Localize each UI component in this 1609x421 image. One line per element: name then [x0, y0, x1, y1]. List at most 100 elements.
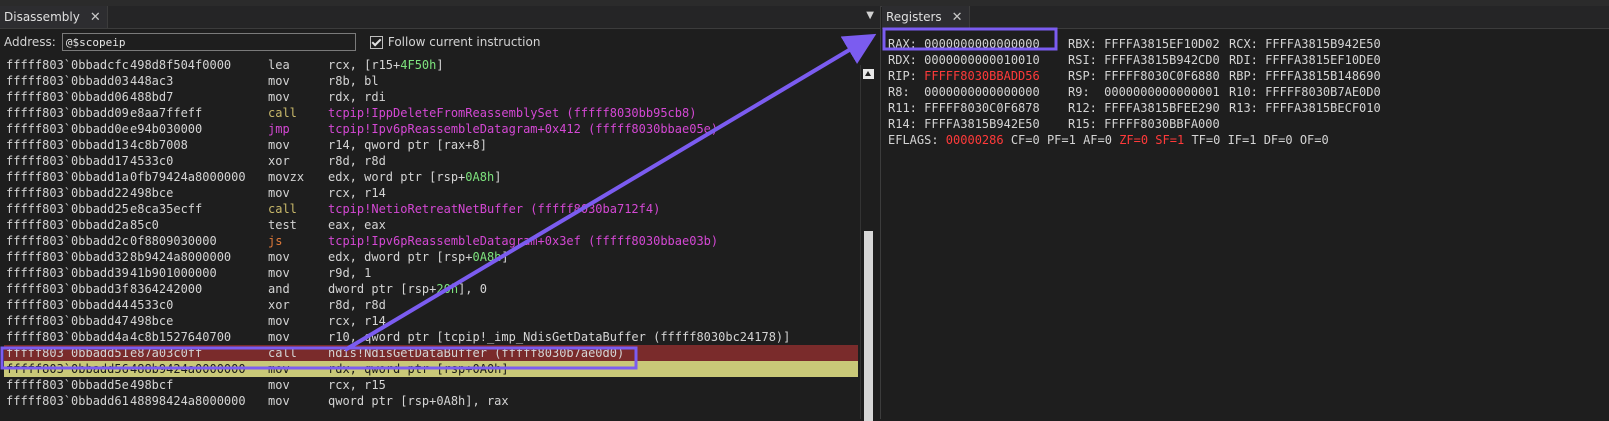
instruction-operand[interactable]: r8d, r8d — [328, 153, 386, 169]
register-r15[interactable]: R15: FFFFF8030BBFA000 — [1068, 116, 1220, 132]
instruction-mnemonic: call — [268, 202, 297, 216]
instruction-operand[interactable]: ndis!NdisGetDataBuffer (fffff8030b7ae0d0… — [328, 345, 624, 361]
close-icon[interactable]: ✕ — [90, 11, 101, 24]
instruction-row[interactable]: fffff803`0bbadd61 48898424a8000000 mov qwor… — [4, 393, 858, 409]
instruction-row[interactable]: fffff803`0bbadd4a 4c8b1527640700 mov r10, q… — [4, 329, 858, 345]
register-rip[interactable]: RIP: FFFFF8030BBADD56 — [888, 68, 1040, 84]
operand-text: tcpip!IppDeleteFromReassemblySet (fffff8… — [328, 106, 697, 120]
instruction-row[interactable]: fffff803`0bbadd2a 85c0 test eax, eax — [4, 217, 858, 233]
instruction-row[interactable]: fffff803`0bbadd25 e8ca35ecff call tcpip!Net… — [4, 201, 858, 217]
instruction-operand[interactable]: qword ptr [rsp+0A8h], rax — [328, 393, 509, 409]
instruction-mnemonic: mov — [268, 250, 290, 264]
instruction-operand[interactable]: eax, eax — [328, 217, 386, 233]
instruction-row[interactable]: fffff803`0bbadd06 488bd7 mov rdx, rdi — [4, 89, 858, 105]
instruction-address: fffff803`0bbadd22 — [6, 186, 129, 200]
instruction-mnemonic: movzx — [268, 170, 305, 184]
instruction-operand[interactable]: rdx, rdi — [328, 89, 386, 105]
instruction-operand[interactable]: rcx, r14 — [328, 185, 386, 201]
instruction-row[interactable]: fffff803`0bbadd22 498bce mov rcx, r14 — [4, 185, 858, 201]
instruction-row[interactable]: fffff803`0bbadd13 4c8b7008 mov r14, qword p… — [4, 137, 858, 153]
instruction-address: fffff803`0bbadd4a — [6, 330, 129, 344]
register-rsp[interactable]: RSP: FFFFF8030C0F6880 — [1068, 68, 1220, 84]
instruction-bytes: 48898424a8000000 — [130, 394, 246, 408]
close-icon[interactable]: ✕ — [952, 11, 963, 24]
instruction-mnemonic: and — [268, 282, 290, 296]
register-rsi[interactable]: RSI: FFFFA3815B942CD0 — [1068, 52, 1220, 68]
instruction-operand[interactable]: tcpip!NetioRetreatNetBuffer (fffff8030ba… — [328, 201, 660, 217]
register-rbx[interactable]: RBX: FFFFA3815EF10D02 — [1068, 36, 1220, 52]
instruction-row[interactable]: fffff803`0bbadd32 8b9424a8000000 mov edx, d… — [4, 249, 858, 265]
instruction-operand[interactable]: rdx, qword ptr [rsp+0A0h] — [328, 361, 509, 377]
instruction-operand[interactable]: tcpip!IppDeleteFromReassemblySet (fffff8… — [328, 105, 696, 121]
instruction-row[interactable]: fffff803`0bbadd44 4533c0 xor r8d, r8d — [4, 297, 858, 313]
scroll-thumb[interactable] — [864, 231, 873, 421]
instruction-operand[interactable]: edx, word ptr [rsp+0A8h] — [328, 169, 501, 185]
eflags-label: EFLAGS: — [888, 133, 946, 147]
register-r9[interactable]: R9: 0000000000000001 — [1068, 84, 1220, 100]
register-r14[interactable]: R14: FFFFA3815B942E50 — [888, 116, 1040, 132]
register-rdx[interactable]: RDX: 0000000000010010 — [888, 52, 1040, 68]
instruction-operand[interactable]: edx, dword ptr [rsp+0A8h] — [328, 249, 509, 265]
instruction-row[interactable]: fffff803`0bbadd1a 0fb79424a8000000 movzx ed… — [4, 169, 858, 185]
register-rcx[interactable]: RCX: FFFFA3815B942E50 — [1229, 36, 1381, 52]
instruction-mnemonic: xor — [268, 298, 290, 312]
register-rax[interactable]: RAX: 0000000000000000 — [888, 36, 1040, 52]
register-rdi[interactable]: RDI: FFFFA3815EF10DE0 — [1229, 52, 1381, 68]
operand-text: r10, qword ptr [tcpip!_imp_NdisGetDataBu… — [328, 330, 791, 344]
register-eflags[interactable]: EFLAGS: 00000286 CF=0 PF=1 AF=0 ZF=0 SF=… — [888, 132, 1329, 148]
register-r10[interactable]: R10: FFFFF8030B7AE0D0 — [1229, 84, 1381, 100]
register-r12[interactable]: R12: FFFFA3815BFEE290 — [1068, 100, 1220, 116]
instruction-row[interactable]: fffff803`0bbadd47 498bce mov rcx, r14 — [4, 313, 858, 329]
instruction-operand[interactable]: r8d, r8d — [328, 297, 386, 313]
instruction-row[interactable]: fffff803`0bbadd39 41b901000000 mov r9d, 1 — [4, 265, 858, 281]
instruction-operand[interactable]: r14, qword ptr [rax+8] — [328, 137, 487, 153]
scroll-up-icon[interactable] — [863, 69, 874, 79]
register-r8[interactable]: R8: 0000000000000000 — [888, 84, 1040, 100]
instruction-bytes: 488bd7 — [130, 90, 174, 104]
address-input[interactable] — [61, 33, 356, 51]
instruction-address: fffff803`0bbadd44 — [6, 298, 129, 312]
instruction-row[interactable]: fffff803`0bbadd03 448ac3 mov r8b, bl — [4, 73, 858, 89]
tab-registers[interactable]: Registers ✕ — [882, 6, 970, 28]
instruction-row[interactable]: fffff803`0bbadd0e e94b030000 jmp tcpip!Ipv6… — [4, 121, 858, 137]
instruction-row[interactable]: fffff803`0bbadcfc 498d8f504f0000 lea rcx, [… — [4, 57, 858, 73]
instruction-operand[interactable]: rcx, r15 — [328, 377, 386, 393]
instruction-operand[interactable]: r9d, 1 — [328, 265, 371, 281]
instruction-operand[interactable]: dword ptr [rsp+20h], 0 — [328, 281, 487, 297]
disassembly-scrollbar[interactable] — [860, 65, 877, 421]
rip-value: FFFFF8030BBADD56 — [924, 69, 1040, 83]
instruction-operand[interactable]: rcx, [r15+4F50h] — [328, 57, 444, 73]
instruction-operand[interactable]: tcpip!Ipv6pReassembleDatagram+0x3ef (fff… — [328, 233, 718, 249]
instruction-row[interactable]: fffff803`0bbadd5e 498bcf mov rcx, r15 — [4, 377, 858, 393]
instruction-bytes: 448ac3 — [130, 74, 174, 88]
instruction-row-current[interactable]: fffff803`0bbadd56 488b9424a0000000 mov rdx,… — [4, 361, 858, 377]
registers-list: RAX: 0000000000000000 RBX: FFFFA3815EF10… — [888, 36, 1381, 148]
follow-current-instruction[interactable]: Follow current instruction — [369, 35, 540, 49]
instruction-operand[interactable]: tcpip!Ipv6pReassembleDatagram+0x412 (fff… — [328, 121, 718, 137]
instruction-mnemonic: xor — [268, 154, 290, 168]
instruction-row[interactable]: fffff803`0bbadd09 e8aa7ffeff call tcpip!Ipp… — [4, 105, 858, 121]
instruction-operand[interactable]: r10, qword ptr [tcpip!_imp_NdisGetDataBu… — [328, 329, 790, 345]
instruction-operand[interactable]: rcx, r14 — [328, 313, 386, 329]
operand-text: rdx, rdi — [328, 90, 386, 104]
instruction-row[interactable]: fffff803`0bbadd17 4533c0 xor r8d, r8d — [4, 153, 858, 169]
instruction-bytes: 8364242000 — [130, 282, 203, 296]
instruction-mnemonic: jmp — [268, 122, 290, 136]
instruction-row-breakpoint[interactable]: fffff803`0bbadd51 e87a03c0ff call ndis!Ndis… — [4, 345, 858, 361]
operand-tail: ] — [436, 58, 444, 72]
operand-text: rcx, [r15+ — [328, 58, 401, 72]
flags-pre: CF=0 PF=1 AF=0 — [1003, 133, 1120, 147]
follow-checkbox[interactable] — [369, 35, 383, 49]
instruction-mnemonic: lea — [268, 58, 290, 72]
tab-disassembly[interactable]: Disassembly ✕ — [0, 6, 108, 28]
instruction-bytes: 4533c0 — [130, 154, 174, 168]
instruction-operand[interactable]: r8b, bl — [328, 73, 379, 89]
instruction-address: fffff803`0bbadd25 — [6, 202, 129, 216]
register-r13[interactable]: R13: FFFFA3815BECF010 — [1229, 100, 1381, 116]
register-rbp[interactable]: RBP: FFFFA3815B148690 — [1229, 68, 1381, 84]
instruction-row[interactable]: fffff803`0bbadd3f 8364242000 and dword ptr … — [4, 281, 858, 297]
instruction-address: fffff803`0bbadd3f — [6, 282, 129, 296]
instruction-row[interactable]: fffff803`0bbadd2c 0f8809030000 js tcpip!Ipv… — [4, 233, 858, 249]
pane-menu-icon[interactable]: ▼ — [866, 10, 874, 21]
register-r11[interactable]: R11: FFFFF8030C0F6878 — [888, 100, 1040, 116]
